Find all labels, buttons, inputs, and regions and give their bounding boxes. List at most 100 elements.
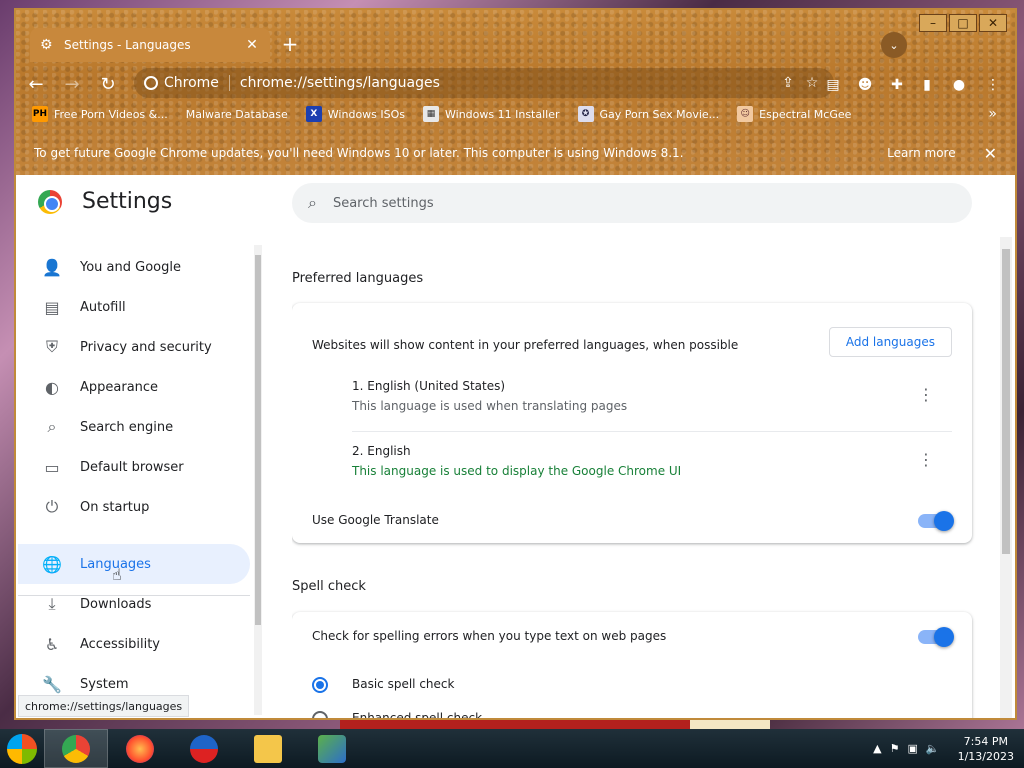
- google-translate-toggle[interactable]: [918, 511, 954, 531]
- scrollbar-thumb[interactable]: [1002, 249, 1010, 554]
- network-icon[interactable]: ▣: [907, 742, 917, 755]
- spell-check-card: Check for spelling errors when you type …: [292, 612, 972, 718]
- bookmark-star-icon[interactable]: ☆: [800, 75, 824, 91]
- extensions-puzzle-icon[interactable]: ✚: [886, 74, 908, 96]
- sidebar-item-autofill[interactable]: ▤ Autofill: [18, 287, 250, 327]
- clock-date: 1/13/2023: [957, 749, 1014, 763]
- extension-flag-icon[interactable]: ▤: [822, 74, 844, 96]
- close-icon[interactable]: ✕: [984, 144, 997, 163]
- language-name: 1. English (United States): [352, 379, 506, 393]
- share-icon[interactable]: ⇪: [776, 75, 800, 91]
- side-panel-icon[interactable]: ▮: [916, 74, 938, 96]
- sidebar-item-label: Search engine: [80, 419, 174, 435]
- sidebar-item-accessibility[interactable]: ♿ Accessibility: [18, 624, 250, 664]
- language-name: 2. English: [352, 444, 411, 458]
- close-window-button[interactable]: ✕: [979, 14, 1007, 32]
- volume-icon[interactable]: 🔈: [926, 742, 940, 755]
- main-scrollbar[interactable]: [1000, 237, 1012, 718]
- bookmark-item[interactable]: ☺ Espectral McGee: [737, 106, 851, 122]
- scrollbar-thumb[interactable]: [255, 255, 261, 625]
- bookmark-item[interactable]: Malware Database: [186, 108, 288, 121]
- sidebar: 👤 You and Google ▤ Autofill ⛨ Privacy and s…: [16, 237, 266, 718]
- sidebar-item-downloads[interactable]: ⤓ Downloads: [18, 584, 250, 624]
- site-chip[interactable]: Chrome: [144, 75, 230, 91]
- taskbar-firefox[interactable]: [108, 729, 172, 768]
- language-row: 2. English This language is used to disp…: [352, 438, 952, 488]
- learn-more-link[interactable]: Learn more: [887, 146, 955, 160]
- new-tab-button[interactable]: +: [278, 32, 302, 56]
- people-icon: [318, 734, 346, 763]
- sidebar-item-label: Autofill: [80, 299, 126, 315]
- hand-cursor-icon: ☝: [112, 565, 122, 584]
- row-divider: [352, 431, 952, 432]
- person-icon: 👤: [42, 257, 62, 277]
- bookmark-item[interactable]: PH Free Porn Videos &...: [32, 106, 168, 122]
- toggle-knob: [934, 627, 954, 647]
- close-tab-icon[interactable]: ✕: [244, 37, 260, 53]
- add-languages-button[interactable]: Add languages: [828, 327, 952, 357]
- minimize-button[interactable]: –: [919, 14, 947, 32]
- start-button[interactable]: [0, 729, 44, 768]
- browser-icon: ▭: [44, 457, 60, 477]
- bookmark-label: Gay Porn Sex Movie...: [599, 107, 720, 121]
- action-center-flag-icon[interactable]: ⚑: [890, 742, 900, 755]
- pornhub-icon: PH: [32, 106, 48, 122]
- address-bar[interactable]: Chrome chrome://settings/languages ⇪ ☆: [134, 68, 834, 98]
- window-controls: – □ ✕: [919, 14, 1007, 32]
- search-icon: ⌕: [308, 193, 317, 212]
- bookmark-label: Windows ISOs: [327, 107, 406, 121]
- taskbar-file-explorer[interactable]: [236, 729, 300, 768]
- browser-frame: – □ ✕ ⚙ Settings - Languages ✕ + ⌄ ← → ↻…: [16, 10, 1015, 175]
- profile-avatar-icon[interactable]: ●: [948, 74, 970, 96]
- reload-button[interactable]: ↻: [92, 69, 124, 99]
- toggle-knob: [934, 511, 954, 531]
- spell-check-label: Check for spelling errors when you type …: [312, 629, 667, 643]
- sidebar-item-label: Default browser: [80, 459, 184, 475]
- site-name: Chrome: [164, 75, 219, 91]
- basic-spell-check-radio[interactable]: [312, 677, 328, 693]
- bookmark-item[interactable]: ✪ Gay Porn Sex Movie...: [577, 106, 720, 122]
- sidebar-item-appearance[interactable]: ◐ Appearance: [18, 367, 250, 407]
- bookmark-item[interactable]: X Windows ISOs: [305, 106, 406, 122]
- spell-check-toggle[interactable]: [918, 627, 954, 647]
- more-vert-icon[interactable]: ⋮: [918, 450, 934, 469]
- forward-button[interactable]: →: [56, 69, 88, 99]
- face-icon: ☺: [737, 106, 754, 122]
- more-vert-icon[interactable]: ⋮: [918, 385, 934, 404]
- bookmark-label: Free Porn Videos &...: [54, 107, 168, 121]
- sidebar-item-on-startup[interactable]: ⏻ On startup: [18, 487, 250, 527]
- site-icon: ✪: [577, 106, 594, 122]
- gear-icon: ⚙: [40, 37, 53, 53]
- menu-kebab-icon[interactable]: ⋮: [982, 74, 1004, 96]
- sidebar-scrollbar[interactable]: [254, 245, 262, 715]
- sidebar-item-label: Appearance: [80, 379, 159, 395]
- sidebar-item-privacy[interactable]: ⛨ Privacy and security: [18, 327, 250, 367]
- sidebar-item-label: You and Google: [80, 259, 181, 275]
- show-hidden-icons-icon[interactable]: ▲: [873, 742, 881, 755]
- system-tray: ▲ ⚑ ▣ 🔈 7:54 PM 1/13/2023: [873, 729, 1014, 768]
- sidebar-item-you-and-google[interactable]: 👤 You and Google: [18, 247, 250, 287]
- language-subtext: This language is used when translating p…: [352, 399, 628, 413]
- maximize-button[interactable]: □: [949, 14, 977, 32]
- folder-icon: [254, 734, 282, 763]
- taskbar-app-logo[interactable]: [172, 729, 236, 768]
- more-bookmarks-icon[interactable]: »: [988, 106, 997, 122]
- sidebar-item-default-browser[interactable]: ▭ Default browser: [18, 447, 250, 487]
- tab-search-button[interactable]: ⌄: [881, 32, 907, 58]
- preferred-languages-title: Preferred languages: [292, 271, 424, 286]
- bookmark-item[interactable]: ▦ Windows 11 Installer: [423, 106, 560, 122]
- url-text[interactable]: chrome://settings/languages: [240, 75, 776, 91]
- clock[interactable]: 7:54 PM 1/13/2023: [958, 734, 1014, 764]
- status-bubble: chrome://settings/languages: [18, 695, 190, 717]
- infobar-message: To get future Google Chrome updates, you…: [34, 146, 684, 160]
- bookmark-label: Malware Database: [185, 107, 288, 121]
- tab-settings[interactable]: ⚙ Settings - Languages ✕: [30, 28, 270, 62]
- taskbar-network-app[interactable]: [300, 729, 364, 768]
- search-input[interactable]: ⌕ Search settings: [292, 183, 972, 223]
- enhanced-spell-check-radio[interactable]: [312, 711, 328, 718]
- extension-avatar-icon[interactable]: ☻: [854, 74, 876, 96]
- sidebar-item-languages[interactable]: 🌐 Languages: [18, 544, 250, 584]
- back-button[interactable]: ←: [20, 69, 52, 99]
- taskbar-chrome[interactable]: [44, 729, 108, 768]
- sidebar-item-search-engine[interactable]: ⌕ Search engine: [18, 407, 250, 447]
